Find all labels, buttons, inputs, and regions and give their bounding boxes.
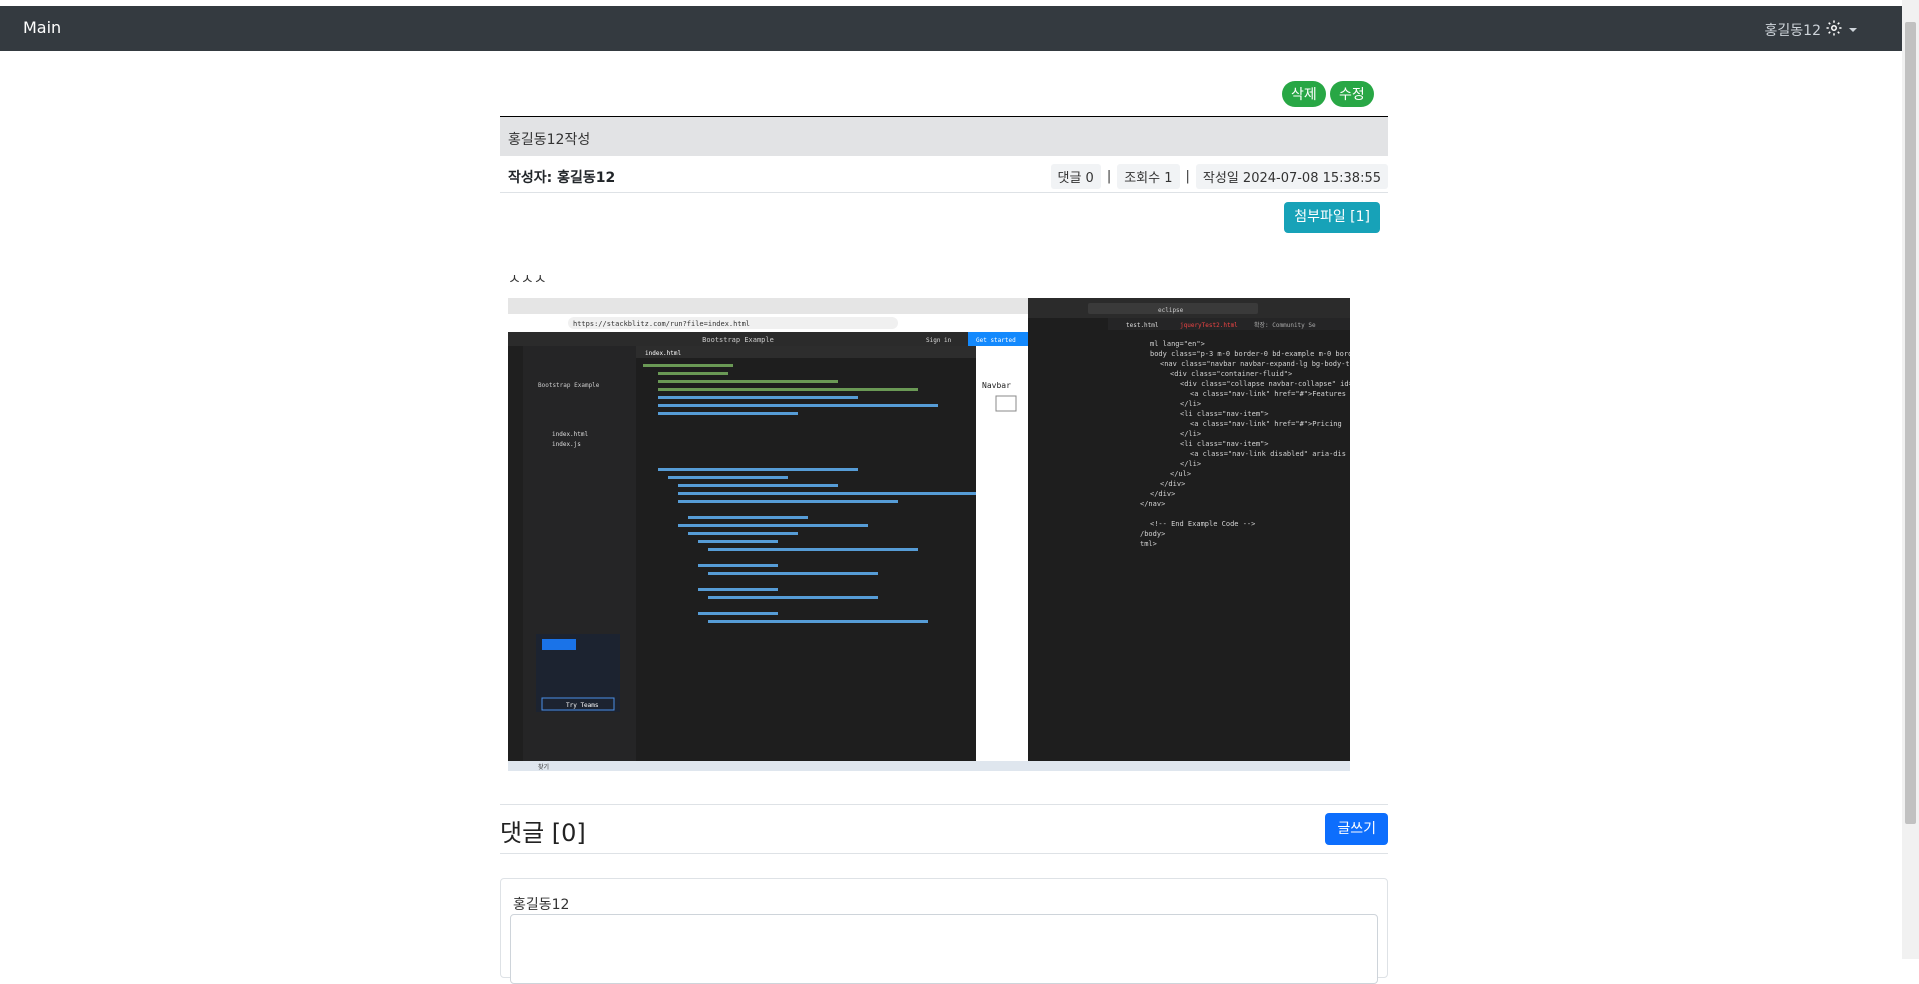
separator: | <box>1185 169 1190 184</box>
editor-tab-2: 확장: Community Se <box>1254 321 1316 329</box>
delete-button[interactable]: 삭제 <box>1282 81 1326 107</box>
attachment-button[interactable]: 첨부파일 [1] <box>1284 202 1380 233</box>
user-dropdown[interactable]: 홍길동12 <box>1765 19 1857 41</box>
file-index-js: index.js <box>552 441 581 448</box>
code-line: ml lang="en"> <box>1150 340 1205 348</box>
file-index-html: index.html <box>552 431 589 438</box>
try-teams-label: Try Teams <box>566 702 599 709</box>
top-navbar: Main 홍길동12 <box>0 6 1902 51</box>
code-line: </div> <box>1150 490 1175 498</box>
code-line: <a class="nav-link" href="#">Pricing <box>1190 420 1342 428</box>
view-count: 조회수 1 <box>1117 164 1180 189</box>
side-title: Bootstrap Example <box>538 382 600 389</box>
divider <box>500 853 1388 854</box>
taskbar-search: 찾기 <box>538 763 549 771</box>
comment-form: 홍길동12 <box>500 878 1388 984</box>
code-line: </nav> <box>1140 500 1165 508</box>
code-line: <li class="nav-item"> <box>1180 410 1269 418</box>
post-content: ㅅㅅㅅ <box>508 272 547 288</box>
editor-tab-1: jqueryTest2.html <box>1180 322 1238 329</box>
search-box: eclipse <box>1158 307 1184 314</box>
editor-file-tab: index.html <box>645 350 682 357</box>
brand-link[interactable]: Main <box>23 18 61 37</box>
post-meta: 작성자: 홍길동12 댓글 0 | 조회수 1 | 작성일 2024-07-08… <box>500 156 1388 193</box>
code-line: <a class="nav-link disabled" aria-dis <box>1190 450 1346 458</box>
post-author: 작성자: 홍길동12 <box>508 170 616 186</box>
scrollbar[interactable] <box>1902 0 1919 959</box>
comment-count: 댓글 0 <box>1050 164 1101 189</box>
gear-icon <box>1825 19 1843 41</box>
code-line: <nav class="navbar navbar-expand-lg bg-b… <box>1160 360 1350 368</box>
preview-navbar-label: Navbar <box>982 381 1011 390</box>
get-started-label: Get started <box>976 337 1016 344</box>
code-line: </div> <box>1160 480 1185 488</box>
chevron-down-icon <box>1849 28 1857 32</box>
sign-in-label: Sign in <box>926 337 952 344</box>
code-line: <div class="collapse navbar-collapse" id… <box>1180 380 1350 388</box>
browser-address: https://stackblitz.com/run?file=index.ht… <box>573 320 750 328</box>
code-line: <div class="container-fluid"> <box>1170 370 1292 378</box>
code-line: <li class="nav-item"> <box>1180 440 1269 448</box>
edit-button[interactable]: 수정 <box>1330 81 1374 107</box>
code-line: </ul> <box>1170 470 1191 478</box>
comment-textarea[interactable] <box>510 914 1378 984</box>
code-line: tml> <box>1140 540 1157 548</box>
code-line: /body> <box>1140 530 1165 538</box>
editor-tab-0: test.html <box>1126 322 1159 329</box>
code-line: body class="p-3 m-0 border-0 bd-example … <box>1150 350 1350 358</box>
user-name: 홍길동12 <box>1764 23 1821 39</box>
attached-screenshot-image: https://stackblitz.com/run?file=index.ht… <box>508 298 1350 771</box>
write-comment-button[interactable]: 글쓰기 <box>1325 813 1388 845</box>
comments-heading: 댓글 [0] <box>500 819 586 847</box>
code-line: <!-- End Example Code --> <box>1150 520 1255 528</box>
scrollbar-thumb[interactable] <box>1905 22 1916 824</box>
separator: | <box>1106 169 1112 184</box>
post-date: 작성일 2024-07-08 15:38:55 <box>1195 164 1388 189</box>
code-line: </li> <box>1180 400 1201 408</box>
code-line: </li> <box>1180 430 1201 438</box>
post-title: 홍길동12작성 <box>500 116 1388 156</box>
comment-user-name: 홍길동12 <box>513 897 570 913</box>
divider <box>500 804 1388 805</box>
panel-title: Bootstrap Example <box>702 336 774 344</box>
code-line: <a class="nav-link" href="#">Features <box>1190 390 1346 398</box>
code-line: </li> <box>1180 460 1201 468</box>
